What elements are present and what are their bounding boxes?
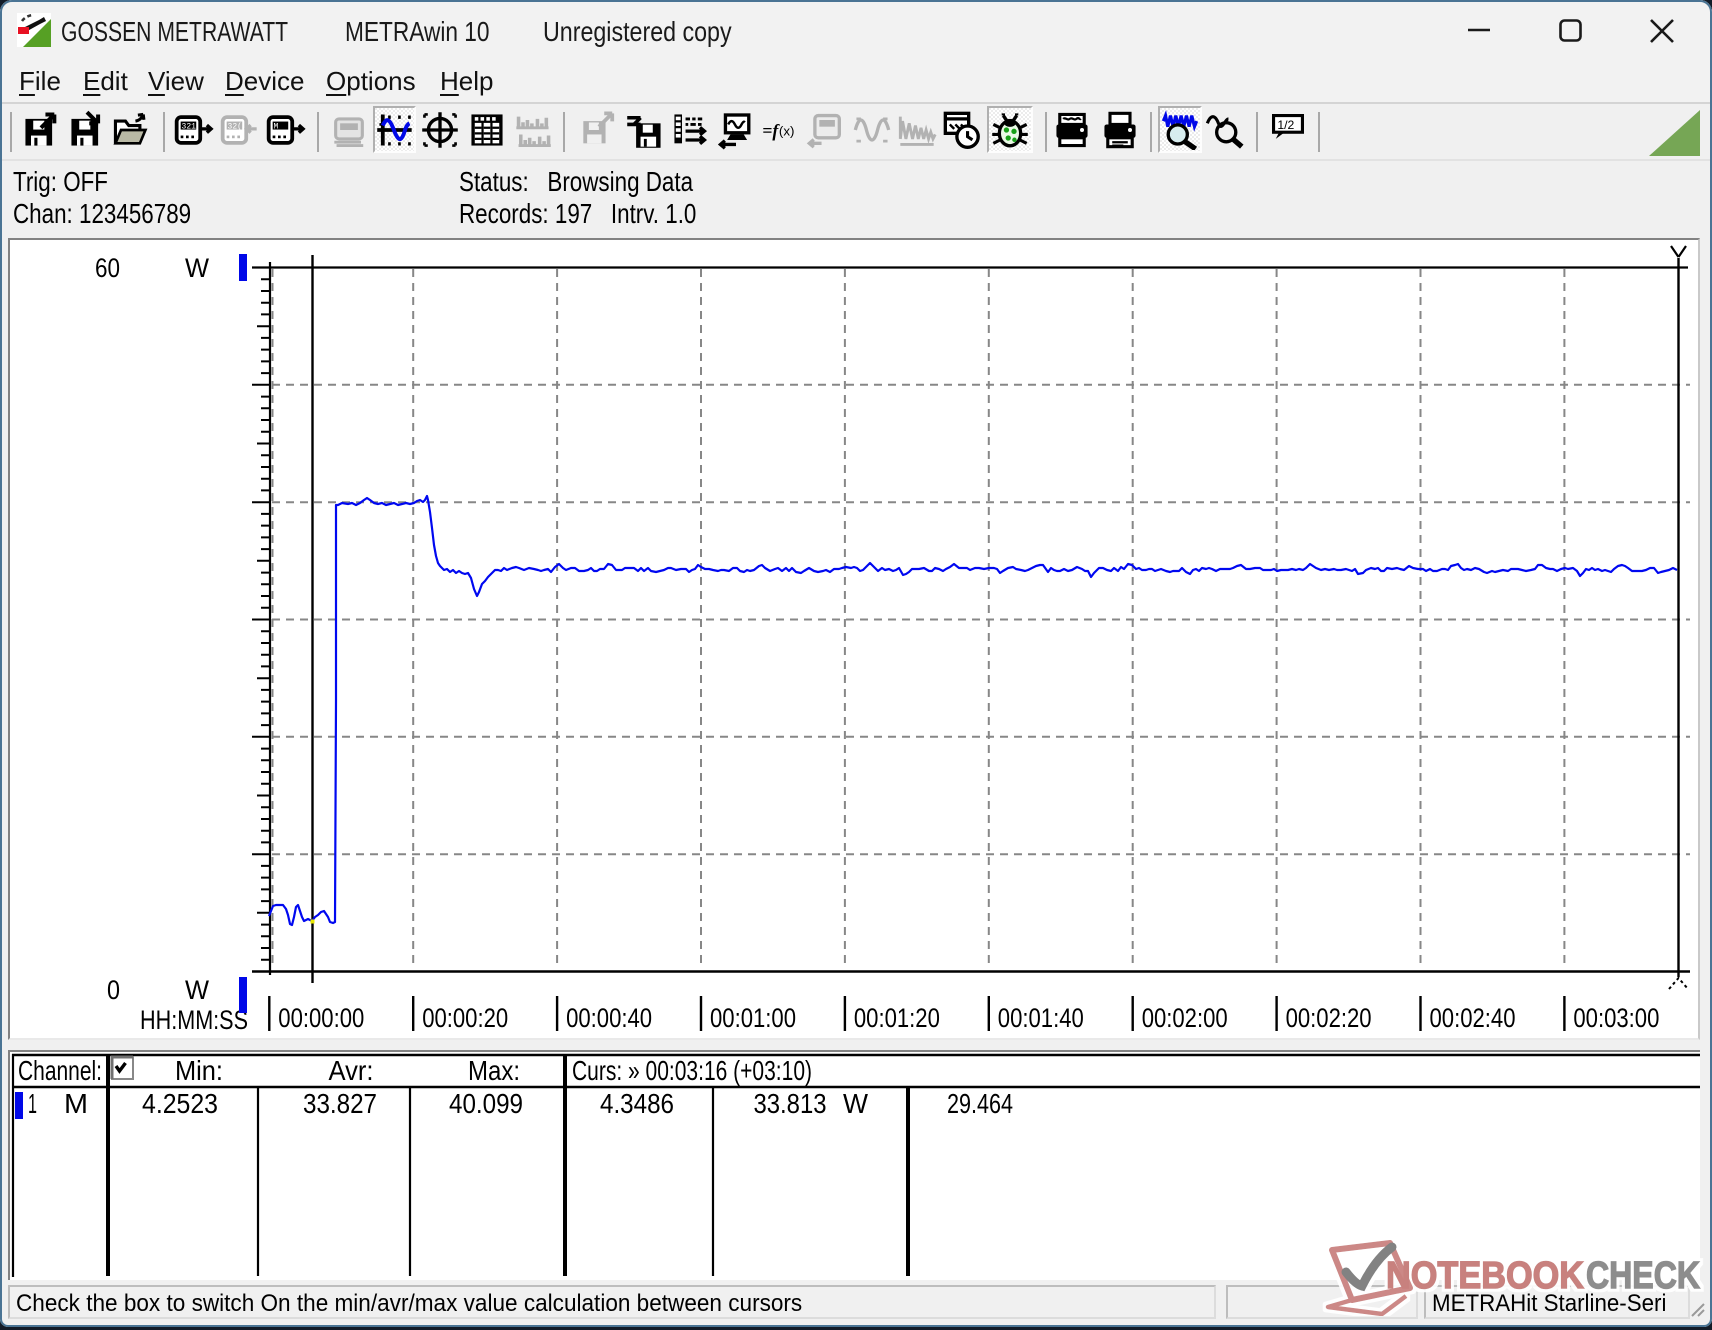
svg-text:1/2: 1/2	[1277, 118, 1294, 132]
svg-text:M: M	[274, 123, 279, 132]
svg-text:NOTEBOOK: NOTEBOOK	[1386, 1255, 1584, 1297]
svg-text:32(: 32(	[228, 123, 242, 132]
svg-text:(x): (x)	[779, 124, 795, 139]
svg-text:CHECK: CHECK	[1586, 1255, 1700, 1297]
svg-text:=f: =f	[762, 121, 780, 141]
svg-text:321: 321	[182, 123, 197, 132]
